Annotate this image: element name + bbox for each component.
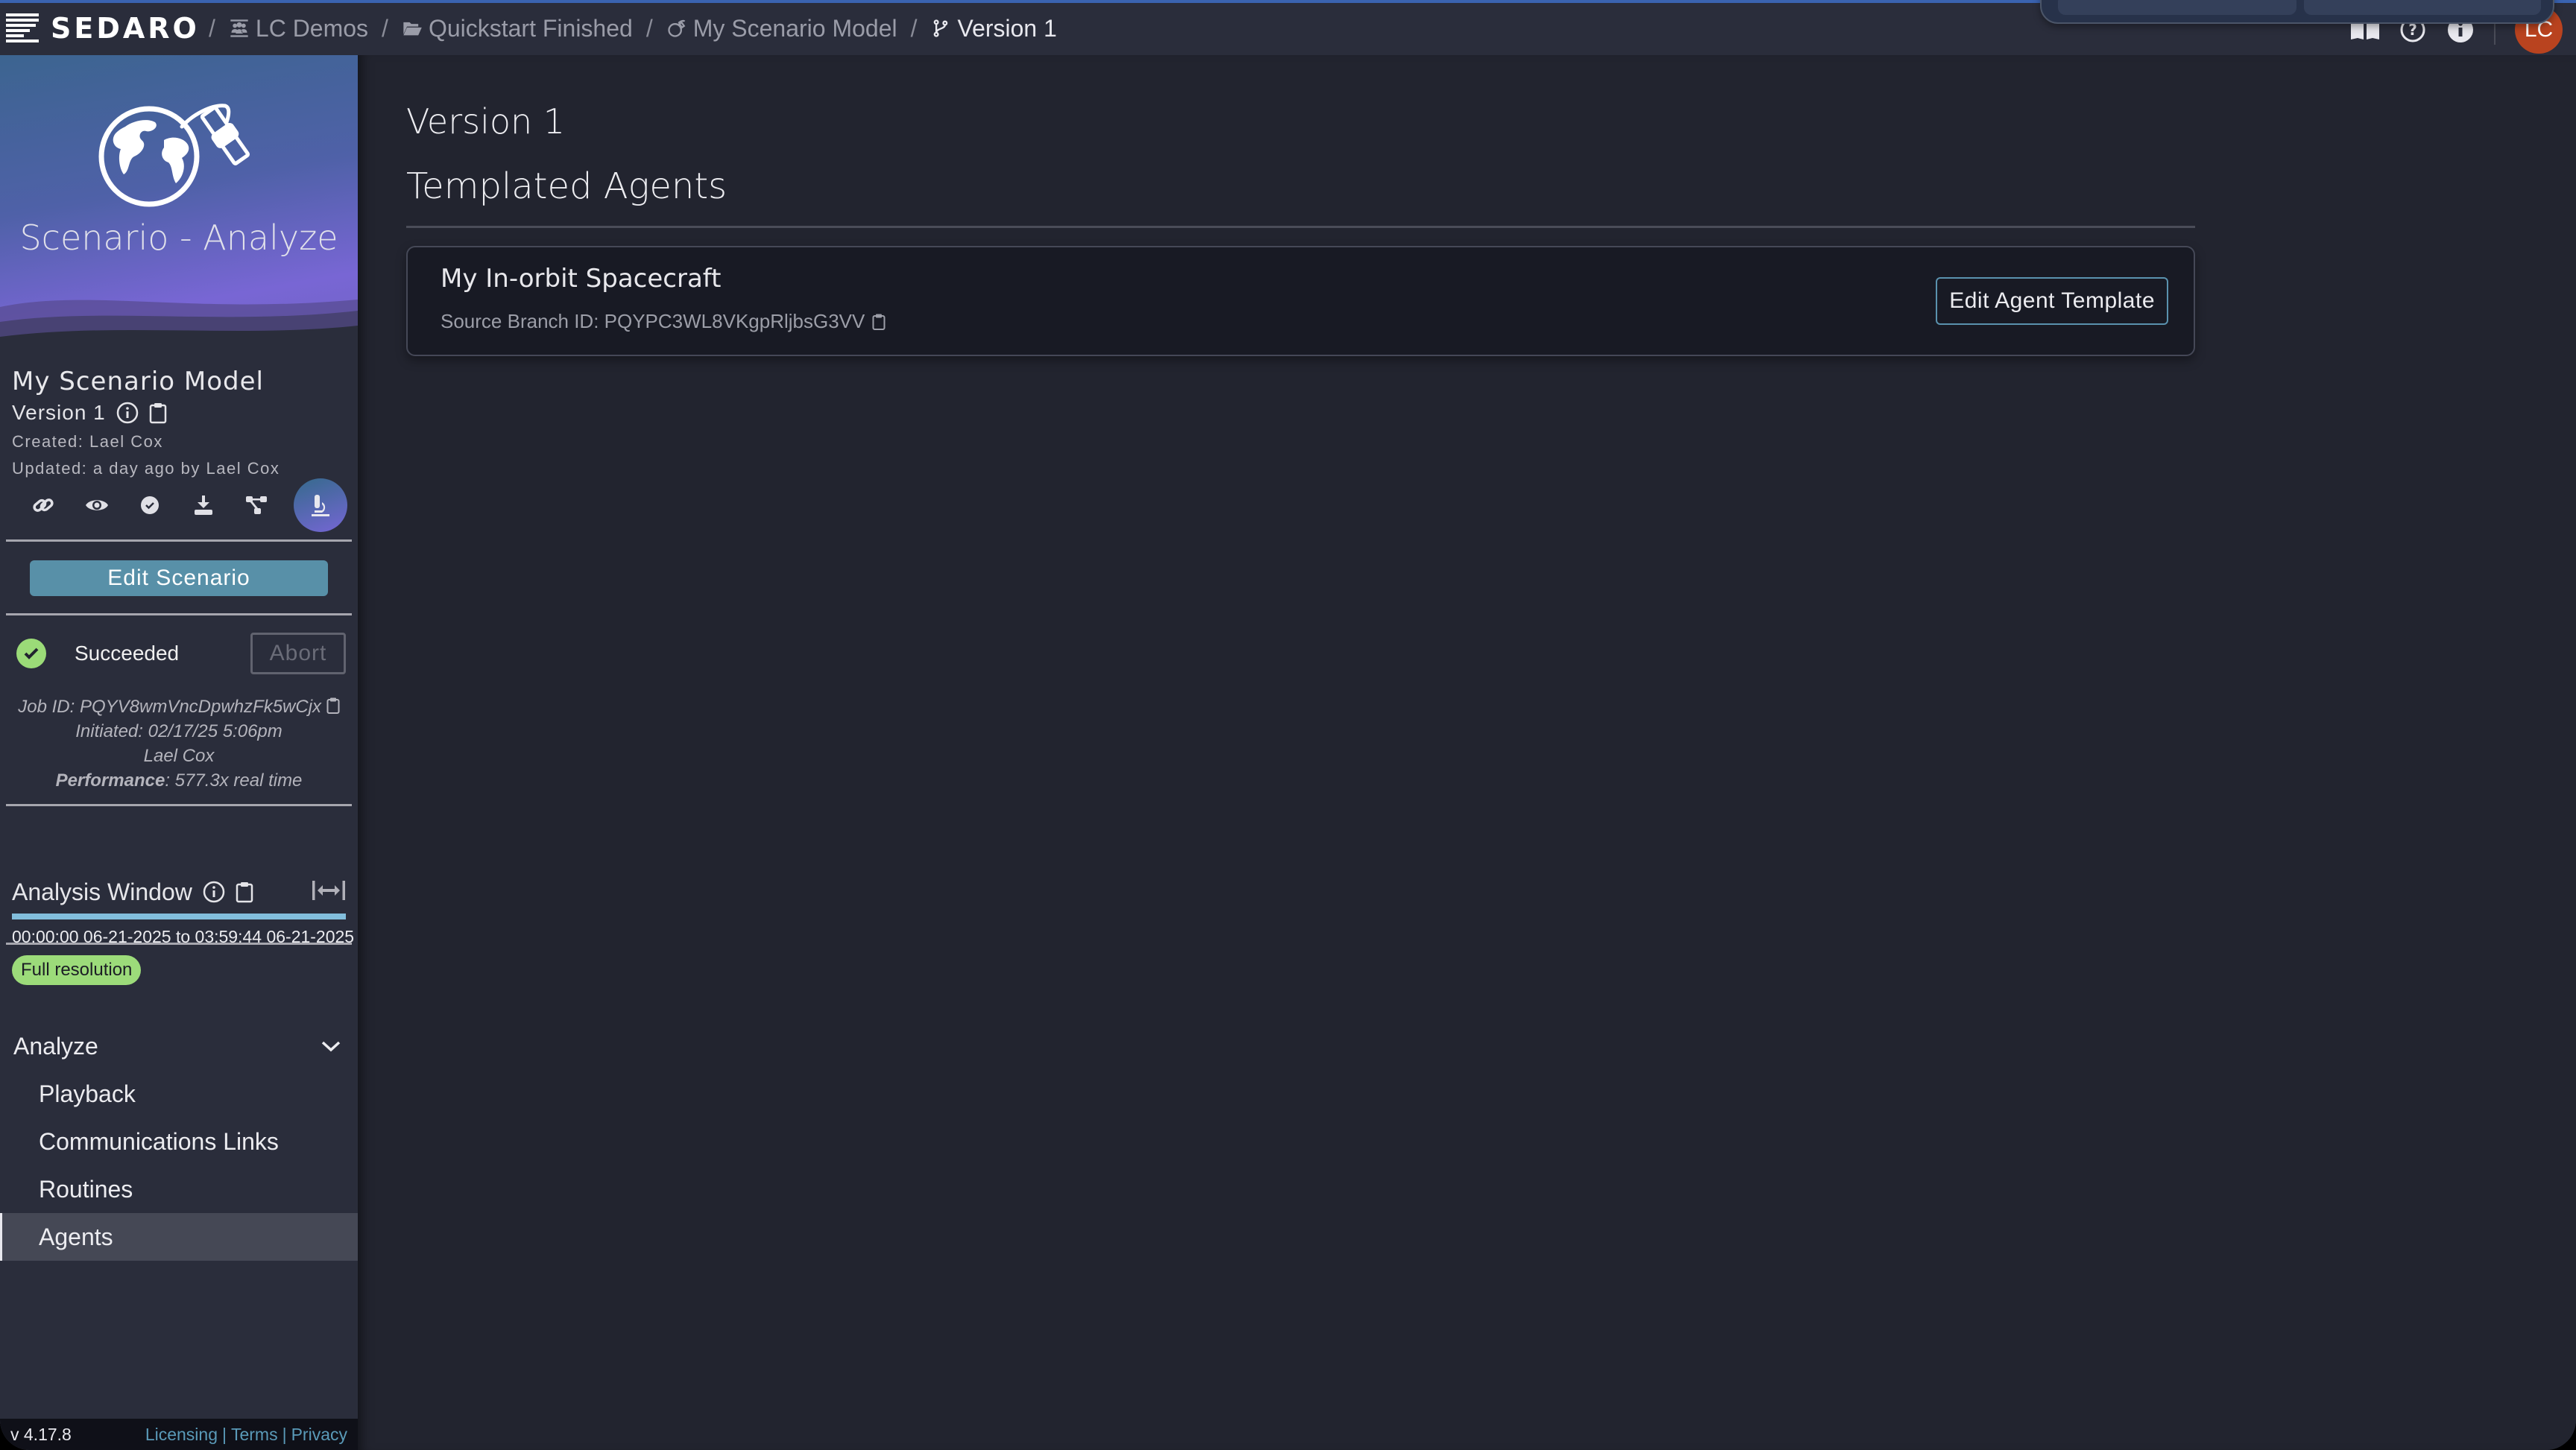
edit-agent-template-button[interactable]: Edit Agent Template: [1936, 277, 2168, 325]
created-by: Created: Lael Cox: [12, 432, 163, 451]
resolution-badge: Full resolution: [12, 955, 142, 985]
nav-group-analyze[interactable]: Analyze: [0, 1022, 358, 1070]
breadcrumb: / LC Demos / Quickstart Finished / My Sc…: [195, 12, 1057, 45]
check-circle-icon[interactable]: [133, 489, 166, 522]
download-icon[interactable]: [187, 489, 220, 522]
nav-item-playback[interactable]: Playback: [0, 1070, 358, 1118]
breadcrumb-label: LC Demos: [255, 14, 369, 42]
job-status: Succeeded: [75, 642, 180, 665]
sidebar-footer: v 4.17.8 Licensing | Terms | Privacy: [0, 1419, 358, 1450]
breadcrumb-label: Version 1: [957, 14, 1057, 42]
nav-item-routines[interactable]: Routines: [0, 1165, 358, 1213]
performance-label: Performance: [55, 770, 165, 791]
breadcrumb-item-version[interactable]: Version 1: [930, 14, 1057, 42]
brand-name: SEDARO: [51, 12, 200, 45]
sedaro-logo-icon: [6, 13, 39, 43]
model-info: My Scenario Model Version 1 Created: Lae…: [12, 367, 347, 478]
job-info: Job ID: PQYV8wmVncDpwhzFk5wCjx Initiated…: [0, 694, 358, 793]
nav-item-communications-links[interactable]: Communications Links: [0, 1118, 358, 1165]
analyze-nav: Analyze Playback Communications Links Ro…: [0, 1022, 358, 1261]
abort-button[interactable]: Abort: [250, 633, 346, 674]
job-status-row: Succeeded Abort: [16, 632, 346, 675]
performance-value: : 577.3x real time: [165, 770, 303, 791]
agent-card: My In-orbit Spacecraft Source Branch ID:…: [406, 246, 2195, 356]
info-circle-icon[interactable]: [203, 881, 225, 903]
source-branch-id: Source Branch ID: PQYPC3WL8VKgpRljbsG3VV: [441, 310, 865, 332]
breadcrumb-separator: /: [382, 14, 388, 42]
breadcrumb-label: Quickstart Finished: [428, 14, 633, 42]
branches-icon[interactable]: [240, 489, 273, 522]
footer-links: Licensing | Terms | Privacy: [145, 1425, 347, 1445]
eye-icon[interactable]: [80, 489, 113, 522]
terms-link[interactable]: Terms: [231, 1425, 278, 1444]
system-overlay-panel: [2040, 0, 2554, 24]
job-id-row: Job ID: PQYV8wmVncDpwhzFk5wCjx: [0, 694, 358, 719]
agent-name: My In-orbit Spacecraft: [441, 264, 722, 294]
overlay-section: [2304, 0, 2541, 15]
clipboard-icon[interactable]: [872, 313, 886, 331]
job-user: Lael Cox: [143, 746, 215, 766]
edit-scenario-button[interactable]: Edit Scenario: [30, 560, 328, 596]
breadcrumb-item-workspace[interactable]: LC Demos: [229, 15, 368, 42]
chevron-down-icon: [321, 1041, 341, 1052]
link-icon[interactable]: [27, 489, 60, 522]
success-check-icon: [16, 639, 46, 668]
job-id: Job ID: PQYV8wmVncDpwhzFk5wCjx: [18, 697, 322, 717]
folder-open-icon: [403, 22, 422, 36]
clipboard-icon[interactable]: [326, 697, 340, 715]
nav-group-label: Analyze: [13, 1032, 98, 1060]
job-performance: Performance: 577.3x real time: [0, 768, 358, 793]
info-circle-icon[interactable]: [116, 402, 139, 424]
fit-width-icon[interactable]: [312, 880, 346, 905]
licensing-link[interactable]: Licensing: [145, 1425, 218, 1444]
page-title: Version 1: [406, 101, 566, 142]
section-title: Templated Agents: [406, 165, 727, 207]
nav-item-agents[interactable]: Agents: [0, 1213, 358, 1261]
breadcrumb-separator: /: [209, 14, 215, 42]
analysis-window-title: Analysis Window: [12, 878, 192, 905]
version-row: Version 1: [12, 401, 347, 425]
breadcrumb-item-project[interactable]: Quickstart Finished: [402, 15, 633, 42]
hero-waves: [0, 300, 358, 352]
microscope-icon[interactable]: [293, 478, 347, 532]
breadcrumb-label: My Scenario Model: [692, 14, 897, 42]
footer-separator: |: [222, 1424, 227, 1444]
hero-title: Scenario - Analyze: [19, 218, 338, 258]
brand-logo[interactable]: SEDARO: [6, 12, 200, 45]
overlay-section: [2058, 0, 2296, 15]
sidebar-divider: [6, 804, 352, 806]
globe-satellite-icon: [668, 19, 686, 37]
clipboard-icon[interactable]: [236, 881, 253, 903]
scenario-toolbar: [12, 478, 347, 532]
app-window: SEDARO / LC Demos / Quickstart Finished …: [0, 0, 2576, 1450]
sidebar-hero: Scenario - Analyze: [0, 55, 358, 352]
section-divider: [406, 226, 2195, 228]
footer-separator: |: [282, 1424, 287, 1444]
model-name: My Scenario Model: [12, 367, 264, 396]
sidebar-divider: [6, 539, 352, 542]
users-icon: [230, 19, 248, 37]
clipboard-icon[interactable]: [149, 402, 167, 424]
breadcrumb-item-scenario[interactable]: My Scenario Model: [666, 15, 897, 42]
analysis-window-bar[interactable]: [12, 914, 346, 919]
main-content: Version 1 Templated Agents My In-orbit S…: [358, 55, 2576, 1450]
updated-by: Updated: a day ago by Lael Cox: [12, 459, 280, 478]
app-version: v 4.17.8: [10, 1424, 72, 1444]
agent-source-branch: Source Branch ID: PQYPC3WL8VKgpRljbsG3VV: [441, 310, 886, 333]
sidebar-divider: [6, 613, 352, 615]
version-label: Version 1: [12, 401, 106, 424]
job-initiated: Initiated: 02/17/25 5:06pm: [75, 721, 282, 741]
sidebar-divider: [6, 943, 352, 945]
branch-icon: [934, 19, 948, 37]
analysis-window-header: Analysis Window: [12, 875, 346, 909]
privacy-link[interactable]: Privacy: [291, 1425, 347, 1444]
globe-satellite-logo-icon: [98, 104, 250, 207]
breadcrumb-separator: /: [645, 14, 653, 42]
breadcrumb-separator: /: [910, 14, 918, 42]
sidebar: Scenario - Analyze My Scenario Model Ver…: [0, 55, 358, 1450]
